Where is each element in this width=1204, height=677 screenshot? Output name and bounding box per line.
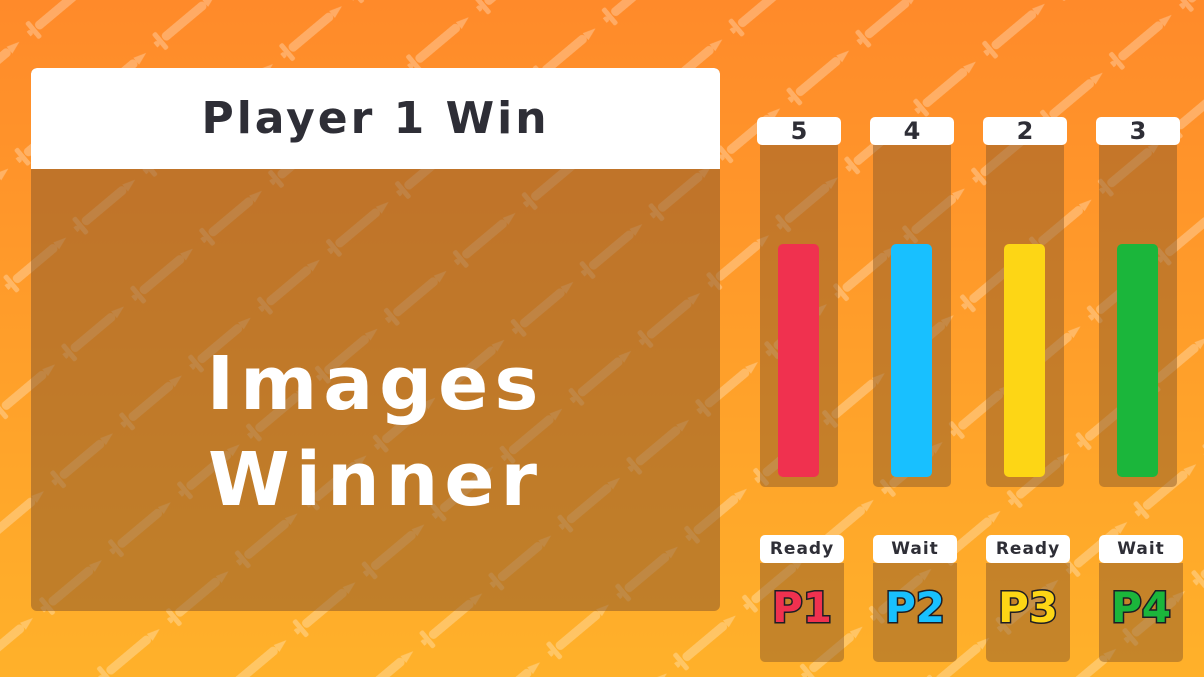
score-track-p1 xyxy=(760,145,838,487)
player-status-p1: Ready xyxy=(760,535,844,563)
score-column-p3: 2 xyxy=(983,117,1067,487)
score-value-p2: 4 xyxy=(870,117,954,145)
score-bar-p4 xyxy=(1117,244,1158,477)
player-card-p4[interactable]: Wait P4 xyxy=(1099,535,1183,662)
player-status-p3: Ready xyxy=(986,535,1070,563)
score-track-p3 xyxy=(986,145,1064,487)
score-value-p3: 2 xyxy=(983,117,1067,145)
score-column-p2: 4 xyxy=(870,117,954,487)
score-column-p4: 3 xyxy=(1096,117,1180,487)
player-name-p2: P2 xyxy=(883,582,946,634)
result-message: Images Winner xyxy=(31,336,720,528)
score-bar-p1 xyxy=(778,244,819,477)
player-card-p1[interactable]: Ready P1 xyxy=(760,535,844,662)
result-title: Player 1 Win xyxy=(201,93,550,144)
score-value-p4: 3 xyxy=(1096,117,1180,145)
score-bar-p2 xyxy=(891,244,932,477)
score-column-p1: 5 xyxy=(757,117,841,487)
player-name-p3: P3 xyxy=(996,582,1059,634)
result-title-bar: Player 1 Win xyxy=(31,68,720,169)
result-message-line1: Images xyxy=(206,341,545,427)
player-card-p3[interactable]: Ready P3 xyxy=(986,535,1070,662)
result-panel: Player 1 Win Images Winner xyxy=(31,68,720,611)
score-track-p4 xyxy=(1099,145,1177,487)
score-value-p1: 5 xyxy=(757,117,841,145)
player-card-p2[interactable]: Wait P2 xyxy=(873,535,957,662)
score-bar-p3 xyxy=(1004,244,1045,477)
result-message-line2: Winner xyxy=(207,437,544,523)
player-name-p4: P4 xyxy=(1109,582,1172,634)
score-track-p2 xyxy=(873,145,951,487)
player-status-p2: Wait xyxy=(873,535,957,563)
player-status-p4: Wait xyxy=(1099,535,1183,563)
player-name-p1: P1 xyxy=(770,582,833,634)
